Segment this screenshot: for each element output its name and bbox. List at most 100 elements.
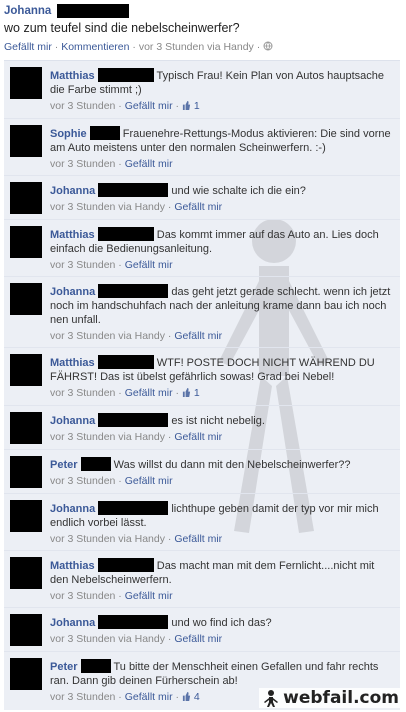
comment-author[interactable]: Matthias xyxy=(50,560,95,572)
comment-item: Matthias WTF! POSTE DOCH NICHT WÄHREND D… xyxy=(4,348,400,406)
comment-like-link[interactable]: Gefällt mir xyxy=(125,100,173,112)
comment-body: Johanna und wie schalte ich die ein? xyxy=(50,183,394,198)
post-comment-link[interactable]: Kommentieren xyxy=(61,41,129,53)
comment-body: Matthias WTF! POSTE DOCH NICHT WÄHREND D… xyxy=(50,355,394,384)
webfail-watermark-text: webfail.com xyxy=(283,688,399,708)
like-count[interactable]: 4 xyxy=(182,691,200,703)
comment-like-link[interactable]: Gefällt mir xyxy=(174,431,222,443)
comment-like-link[interactable]: Gefällt mir xyxy=(125,691,173,703)
comment-like-link[interactable]: Gefällt mir xyxy=(125,475,173,487)
comment-body: Johanna und wo find ich das? xyxy=(50,615,394,630)
comment-meta: vor 3 Stunden · Gefällt mir xyxy=(50,475,173,487)
comment-author[interactable]: Matthias xyxy=(50,70,95,82)
avatar[interactable] xyxy=(10,125,42,157)
comment-body: Matthias Das kommt immer auf das Auto an… xyxy=(50,227,394,256)
avatar[interactable] xyxy=(10,456,42,488)
comment-text: es ist nicht nebelig. xyxy=(171,415,265,427)
comment-item: Matthias Das macht man mit dem Fernlicht… xyxy=(4,551,400,608)
comment-text: Was willst du dann mit den Nebelscheinwe… xyxy=(113,459,351,471)
original-post: Johanna wo zum teufel sind die nebelsche… xyxy=(4,3,402,55)
comment-author[interactable]: Sophie xyxy=(50,128,87,140)
redacted-surname xyxy=(98,284,169,298)
comment-item: Johanna und wo find ich das? vor 3 Stund… xyxy=(4,608,400,652)
avatar[interactable] xyxy=(10,412,42,444)
comment-author[interactable]: Johanna xyxy=(50,415,95,427)
post-meta: Gefällt mir · Kommentieren · vor 3 Stund… xyxy=(4,41,402,55)
like-count-value: 4 xyxy=(193,691,200,703)
comment-timestamp[interactable]: vor 3 Stunden xyxy=(50,259,115,271)
comment-list: Matthias Typisch Frau! Kein Plan von Aut… xyxy=(4,60,400,710)
comment-like-link[interactable]: Gefällt mir xyxy=(125,158,173,170)
comment-author[interactable]: Matthias xyxy=(50,229,95,241)
comment-timestamp[interactable]: vor 3 Stunden xyxy=(50,158,115,170)
avatar[interactable] xyxy=(10,557,42,589)
comment-timestamp[interactable]: vor 3 Stunden via Handy xyxy=(50,633,165,645)
separator: · xyxy=(132,41,136,53)
comment-author[interactable]: Johanna xyxy=(50,185,95,197)
comment-item: Johanna es ist nicht nebelig. vor 3 Stun… xyxy=(4,406,400,450)
post-author-name[interactable]: Johanna xyxy=(4,5,51,17)
post-like-link[interactable]: Gefällt mir xyxy=(4,41,52,53)
comment-author[interactable]: Johanna xyxy=(50,617,95,629)
comment-author[interactable]: Johanna xyxy=(50,286,95,298)
comment-timestamp[interactable]: vor 3 Stunden via Handy xyxy=(50,431,165,443)
comment-like-link[interactable]: Gefällt mir xyxy=(125,259,173,271)
redacted-surname xyxy=(89,126,120,140)
comment-meta: vor 3 Stunden · Gefällt mir xyxy=(50,259,173,271)
avatar[interactable] xyxy=(10,354,42,386)
comment-body: Johanna das geht jetzt gerade schlecht. … xyxy=(50,284,394,327)
avatar[interactable] xyxy=(10,226,42,258)
comment-timestamp[interactable]: vor 3 Stunden via Handy xyxy=(50,533,165,545)
comment-author[interactable]: Johanna xyxy=(50,503,95,515)
redacted-surname xyxy=(97,355,154,369)
comment-meta: vor 3 Stunden · Gefällt mir xyxy=(50,158,173,170)
webfail-watermark: webfail.com xyxy=(259,688,402,708)
comment-timestamp[interactable]: vor 3 Stunden xyxy=(50,691,115,703)
comment-author[interactable]: Peter xyxy=(50,459,78,471)
redacted-surname xyxy=(57,4,130,18)
redacted-surname xyxy=(98,501,169,515)
webfail-logo-icon xyxy=(264,690,279,707)
avatar[interactable] xyxy=(10,500,42,532)
comment-meta: vor 3 Stunden via Handy · Gefällt mir xyxy=(50,633,223,645)
comment-timestamp[interactable]: vor 3 Stunden xyxy=(50,100,115,112)
comment-like-link[interactable]: Gefällt mir xyxy=(174,633,222,645)
comment-item: Matthias Das kommt immer auf das Auto an… xyxy=(4,220,400,277)
comment-like-link[interactable]: Gefällt mir xyxy=(174,533,222,545)
comment-author[interactable]: Matthias xyxy=(50,357,95,369)
thumbs-up-icon xyxy=(182,692,191,701)
comment-meta: vor 3 Stunden via Handy · Gefällt mir xyxy=(50,533,223,545)
avatar[interactable] xyxy=(10,182,42,214)
globe-icon xyxy=(263,41,273,51)
comment-like-link[interactable]: Gefällt mir xyxy=(174,330,222,342)
avatar[interactable] xyxy=(10,67,42,99)
comment-body: Johanna es ist nicht nebelig. xyxy=(50,413,394,428)
comment-meta: vor 3 Stunden · Gefällt mir · 1 xyxy=(50,387,200,399)
comment-timestamp[interactable]: vor 3 Stunden xyxy=(50,475,115,487)
comment-like-link[interactable]: Gefällt mir xyxy=(174,201,222,213)
comment-timestamp[interactable]: vor 3 Stunden via Handy xyxy=(50,201,165,213)
comment-meta: vor 3 Stunden via Handy · Gefällt mir xyxy=(50,201,223,213)
comment-timestamp[interactable]: vor 3 Stunden xyxy=(50,590,115,602)
redacted-surname xyxy=(80,659,111,673)
comment-body: Matthias Das macht man mit dem Fernlicht… xyxy=(50,558,394,587)
avatar[interactable] xyxy=(10,614,42,646)
like-count[interactable]: 1 xyxy=(182,387,200,399)
separator: · xyxy=(54,41,59,53)
comment-body: Peter Tu bitte der Menschheit einen Gefa… xyxy=(50,659,394,688)
comment-item: Johanna und wie schalte ich die ein? vor… xyxy=(4,176,400,220)
comment-text: und wie schalte ich die ein? xyxy=(171,185,306,197)
avatar[interactable] xyxy=(10,283,42,315)
comment-like-link[interactable]: Gefällt mir xyxy=(125,590,173,602)
comment-body: Johanna lichthupe geben damit der typ vo… xyxy=(50,501,394,530)
comment-meta: vor 3 Stunden · Gefällt mir xyxy=(50,590,173,602)
like-count[interactable]: 1 xyxy=(182,100,200,112)
comment-like-link[interactable]: Gefällt mir xyxy=(125,387,173,399)
avatar[interactable] xyxy=(10,658,42,690)
comment-timestamp[interactable]: vor 3 Stunden xyxy=(50,387,115,399)
comment-body: Peter Was willst du dann mit den Nebelsc… xyxy=(50,457,394,472)
post-timestamp[interactable]: vor 3 Stunden via Handy xyxy=(139,41,254,53)
comment-meta: vor 3 Stunden via Handy · Gefällt mir xyxy=(50,330,223,342)
comment-author[interactable]: Peter xyxy=(50,661,78,673)
comment-timestamp[interactable]: vor 3 Stunden via Handy xyxy=(50,330,165,342)
